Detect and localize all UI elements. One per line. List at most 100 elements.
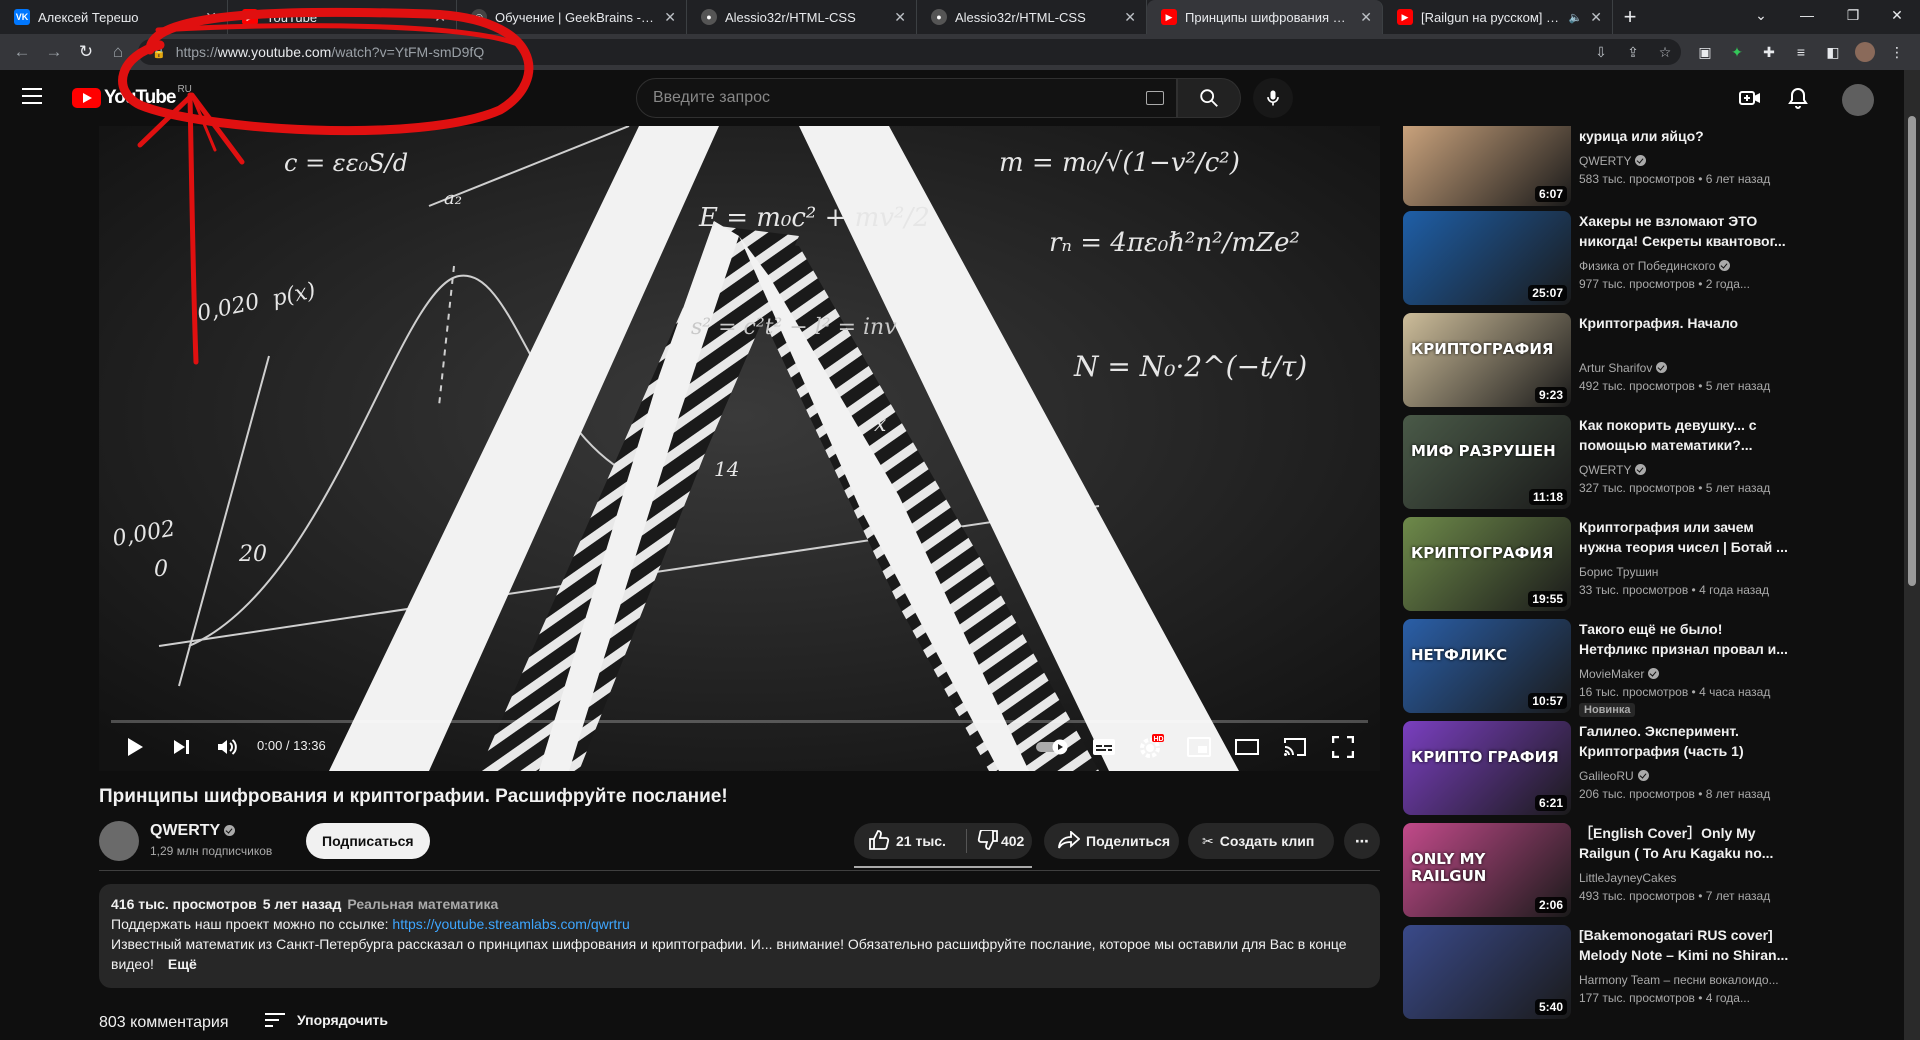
recommendation-title[interactable]: Криптография или зачем нужна теория чисе… <box>1579 517 1791 557</box>
close-icon[interactable]: ✕ <box>894 9 906 26</box>
search-input[interactable]: Введите запрос <box>636 78 1177 118</box>
like-count[interactable]: 21 тыс. <box>896 833 946 849</box>
youtube-logo[interactable]: YouTube RU <box>72 84 192 109</box>
recommendation-item[interactable]: МИФ РАЗРУШЕН 11:18 Как покорить девушку...… <box>1403 415 1903 509</box>
video-thumbnail[interactable]: КРИПТОГРАФИЯ 19:55 <box>1403 517 1571 611</box>
video-thumbnail[interactable]: 25:07 <box>1403 211 1571 305</box>
recommendation-title[interactable]: Галилео. Эксперимент. Криптография (част… <box>1579 721 1791 761</box>
browser-menu-icon[interactable]: ⋮ <box>1887 42 1907 62</box>
side-panel-icon[interactable]: ◧ <box>1823 42 1843 62</box>
extensions-puzzle-icon[interactable]: ✚ <box>1759 42 1779 62</box>
browser-tab[interactable]: ◎ Обучение | GeekBrains - образ ✕ <box>457 0 687 34</box>
sort-comments-button[interactable]: Упорядочить <box>265 1012 388 1028</box>
recommendation-channel[interactable]: Harmony Team – песни вокалоидо... <box>1579 973 1779 987</box>
video-player[interactable]: c = εε₀S/d m = m₀/√(1−v²/c²) E = m₀c² + … <box>99 126 1380 771</box>
subtitles-button[interactable] <box>1084 727 1124 767</box>
tab-search-icon[interactable]: ⌄ <box>1738 0 1784 30</box>
profile-avatar[interactable] <box>1855 42 1875 62</box>
recommendation-title[interactable]: курица или яйцо? <box>1579 126 1791 146</box>
share-icon[interactable]: ⇪ <box>1623 42 1643 62</box>
channel-avatar[interactable] <box>99 821 139 861</box>
more-actions-button[interactable]: ⋯ <box>1344 823 1380 859</box>
video-thumbnail[interactable]: КРИПТОГРАФИЯ 9:23 <box>1403 313 1571 407</box>
video-thumbnail[interactable]: НЕТФЛИКС 10:57 <box>1403 619 1571 713</box>
address-bar[interactable]: 🔒 https://www.youtube.com/watch?v=YtFM-s… <box>138 39 1681 65</box>
recommendation-item[interactable]: НЕТФЛИКС 10:57 Такого ещё не было! Нетфлик… <box>1403 619 1903 717</box>
media-control-icon[interactable]: ≡ <box>1791 42 1811 62</box>
recommendation-item[interactable]: 6:07 курица или яйцо? QWERTY 583 тыс. просм… <box>1403 126 1903 206</box>
browser-tab[interactable]: ● Alessio32r/HTML-CSS ✕ <box>917 0 1147 34</box>
share-button[interactable]: Поделиться <box>1044 823 1179 859</box>
volume-button[interactable] <box>209 727 245 767</box>
new-tab-button[interactable]: + <box>1613 0 1647 34</box>
close-icon[interactable]: ✕ <box>1360 9 1372 26</box>
account-avatar[interactable] <box>1842 84 1874 116</box>
close-icon[interactable]: ✕ <box>1124 9 1136 26</box>
subscribe-button[interactable]: Подписаться <box>306 823 430 859</box>
browser-tab[interactable]: ▶ [Railgun на русском] Final F 🔈 ✕ <box>1383 0 1613 34</box>
browser-tab[interactable]: ▶ YouTube ✕ <box>228 0 457 34</box>
recommendation-item[interactable]: 5:40 [Bakemonogatari RUS cover] Melody No… <box>1403 925 1903 1019</box>
fullscreen-button[interactable] <box>1323 727 1363 767</box>
extension-screen-icon[interactable]: ▣ <box>1695 42 1715 62</box>
recommendation-channel[interactable]: QWERTY <box>1579 463 1647 477</box>
thumbs-down-icon[interactable] <box>977 828 999 853</box>
browser-tab[interactable]: ● Alessio32r/HTML-CSS ✕ <box>687 0 917 34</box>
video-thumbnail[interactable]: МИФ РАЗРУШЕН 11:18 <box>1403 415 1571 509</box>
recommendation-title[interactable]: Хакеры не взломают ЭТО никогда! Секреты … <box>1579 211 1791 251</box>
recommendation-item[interactable]: КРИПТОГРАФИЯ 9:23 Криптография. Начало Artu… <box>1403 313 1903 407</box>
minimize-button[interactable]: — <box>1784 0 1830 30</box>
recommendation-item[interactable]: 25:07 Хакеры не взломают ЭТО никогда! Сек… <box>1403 211 1903 305</box>
video-thumbnail[interactable]: ONLY MY RAILGUN 2:06 <box>1403 823 1571 917</box>
recommendation-title[interactable]: Такого ещё не было! Нетфликс признал про… <box>1579 619 1791 659</box>
recommendation-title[interactable]: Как покорить девушку... с помощью матема… <box>1579 415 1791 455</box>
create-video-icon[interactable] <box>1738 86 1762 110</box>
cast-button[interactable] <box>1275 727 1315 767</box>
recommendation-item[interactable]: ONLY MY RAILGUN 2:06 ［English Cover］Only M… <box>1403 823 1903 917</box>
video-thumbnail[interactable]: 6:07 <box>1403 126 1571 206</box>
autoplay-toggle[interactable] <box>1034 727 1074 767</box>
extension-green-icon[interactable]: ✦ <box>1727 42 1747 62</box>
search-button[interactable] <box>1177 78 1241 118</box>
theater-mode-button[interactable] <box>1227 727 1267 767</box>
recommendation-channel[interactable]: Борис Трушин <box>1579 565 1658 579</box>
video-thumbnail[interactable]: 5:40 <box>1403 925 1571 1019</box>
create-clip-button[interactable]: ✂ Создать клип <box>1188 823 1334 859</box>
video-description[interactable]: 416 тыс. просмотров 5 лет назад Реальная м… <box>99 884 1380 988</box>
home-icon[interactable]: ⌂ <box>106 40 130 64</box>
forward-icon[interactable]: → <box>42 40 66 64</box>
recommendation-channel[interactable]: QWERTY <box>1579 154 1647 168</box>
speaker-icon[interactable]: 🔈 <box>1569 11 1583 24</box>
donation-link[interactable]: https://youtube.streamlabs.com/qwrtru <box>392 916 629 932</box>
menu-icon[interactable] <box>22 88 46 108</box>
close-icon[interactable]: ✕ <box>205 9 217 26</box>
restore-button[interactable]: ❐ <box>1830 0 1876 30</box>
reload-icon[interactable]: ↻ <box>74 40 98 64</box>
channel-name[interactable]: QWERTY <box>150 822 236 840</box>
close-icon[interactable]: ✕ <box>434 9 446 26</box>
recommendation-item[interactable]: КРИПТО ГРАФИЯ 6:21 Галилео. Эксперимент. К… <box>1403 721 1903 815</box>
install-app-icon[interactable]: ⇩ <box>1591 42 1611 62</box>
hashtag[interactable]: Реальная математика <box>347 896 498 912</box>
notifications-bell-icon[interactable] <box>1786 86 1810 110</box>
recommendation-channel[interactable]: MovieMaker <box>1579 667 1660 681</box>
video-thumbnail[interactable]: КРИПТО ГРАФИЯ 6:21 <box>1403 721 1571 815</box>
recommendation-channel[interactable]: Физика от Побединского <box>1579 259 1731 273</box>
recommendation-title[interactable]: ［English Cover］Only My Railgun ( To Aru … <box>1579 823 1791 863</box>
bookmark-star-icon[interactable]: ☆ <box>1655 42 1675 62</box>
window-close-button[interactable]: ✕ <box>1874 0 1920 30</box>
browser-tab-active[interactable]: ▶ Принципы шифрования и криптографии ✕ <box>1147 0 1383 34</box>
thumbs-up-icon[interactable] <box>868 829 890 853</box>
keyboard-icon[interactable] <box>1146 91 1164 105</box>
scrollbar-thumb[interactable] <box>1908 116 1916 586</box>
recommendation-channel[interactable]: Artur Sharifov <box>1579 361 1668 375</box>
play-button[interactable] <box>117 727 153 767</box>
recommendation-channel[interactable]: GalileoRU <box>1579 769 1649 783</box>
recommendation-title[interactable]: [Bakemonogatari RUS cover] Melody Note –… <box>1579 925 1791 965</box>
recommendation-channel[interactable]: LittleJayneyCakes <box>1579 871 1676 885</box>
recommendation-item[interactable]: КРИПТОГРАФИЯ 19:55 Криптография или зачем … <box>1403 517 1903 611</box>
miniplayer-button[interactable] <box>1179 727 1219 767</box>
next-button[interactable] <box>163 727 199 767</box>
recommendation-title[interactable]: Криптография. Начало <box>1579 313 1791 333</box>
close-icon[interactable]: ✕ <box>1590 9 1602 26</box>
